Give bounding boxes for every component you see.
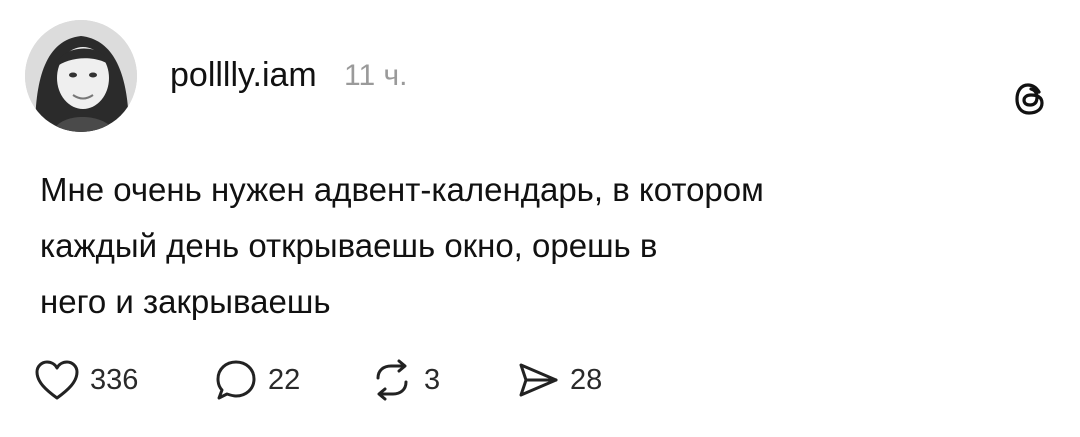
post-time: 11 ч.	[344, 59, 408, 92]
comment-bubble-icon	[214, 358, 258, 402]
repost-button[interactable]: 3	[370, 357, 440, 403]
like-button[interactable]: 336	[34, 357, 138, 403]
post-text-line: каждый день открываешь окно, орешь в	[40, 227, 658, 264]
repost-count: 3	[424, 363, 441, 396]
avatar[interactable]	[25, 20, 137, 132]
send-icon	[516, 358, 560, 402]
post-text-line: него и закрываешь	[40, 283, 331, 320]
threads-post: polllly.iam 11 ч. Мне очень нужен адвент…	[0, 0, 1080, 437]
post-text: Мне очень нужен адвент-календарь, в кото…	[40, 162, 1040, 330]
share-count: 28	[570, 363, 603, 396]
share-button[interactable]: 28	[516, 357, 602, 403]
like-count: 336	[90, 363, 139, 396]
post-text-line: Мне очень нужен адвент-календарь, в кото…	[40, 171, 764, 208]
comment-count: 22	[268, 363, 301, 396]
comment-button[interactable]: 22	[214, 357, 300, 403]
username[interactable]: polllly.iam	[170, 55, 317, 95]
repost-icon	[370, 358, 414, 402]
heart-icon	[34, 359, 80, 401]
threads-logo-icon[interactable]	[1012, 80, 1050, 118]
